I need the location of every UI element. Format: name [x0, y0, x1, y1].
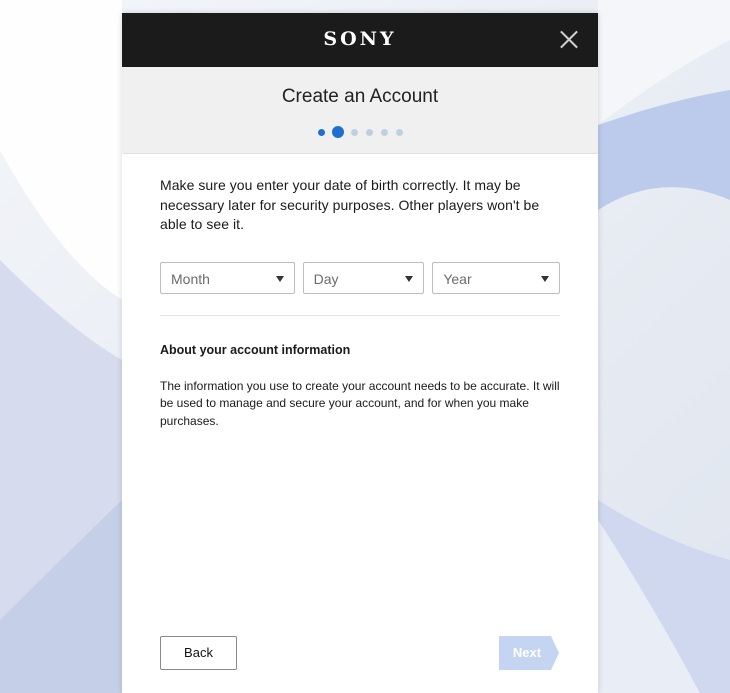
day-select-value: Day [313, 270, 339, 287]
about-text: The information you use to create your a… [160, 378, 560, 428]
step-indicator [122, 126, 598, 138]
sony-logo: SONY [323, 28, 397, 50]
year-select-value: Year [443, 270, 472, 287]
create-account-dialog: SONY Create an Account Make sure you ent… [122, 13, 598, 693]
close-icon[interactable] [560, 30, 578, 48]
section-divider [160, 314, 560, 316]
back-button[interactable]: Back [160, 636, 237, 670]
year-select[interactable]: Year [432, 261, 561, 294]
month-select-value: Month [171, 270, 210, 287]
dob-instructions: Make sure you enter your date of birth c… [160, 177, 540, 232]
chevron-down-icon [541, 275, 550, 282]
step-dot-3 [350, 128, 358, 136]
day-select[interactable]: Day [302, 261, 425, 294]
form-content: Make sure you enter your date of birth c… [160, 176, 561, 430]
step-dot-5 [380, 128, 388, 136]
chevron-down-icon [405, 275, 414, 282]
dialog-header: Create an Account [122, 67, 598, 154]
step-dot-2 [331, 126, 344, 138]
step-dot-1 [317, 128, 325, 136]
about-heading: About your account information [160, 342, 351, 357]
chevron-down-icon [275, 275, 284, 282]
step-dot-4 [365, 128, 373, 136]
step-dot-6 [395, 128, 403, 136]
next-button[interactable]: Next [499, 636, 559, 670]
dob-selects: Month Day Year [160, 261, 561, 294]
next-button-label: Next [512, 645, 542, 660]
page-title: Create an Account [281, 86, 439, 107]
month-select[interactable]: Month [160, 261, 295, 294]
dialog-topbar: SONY [122, 13, 598, 67]
